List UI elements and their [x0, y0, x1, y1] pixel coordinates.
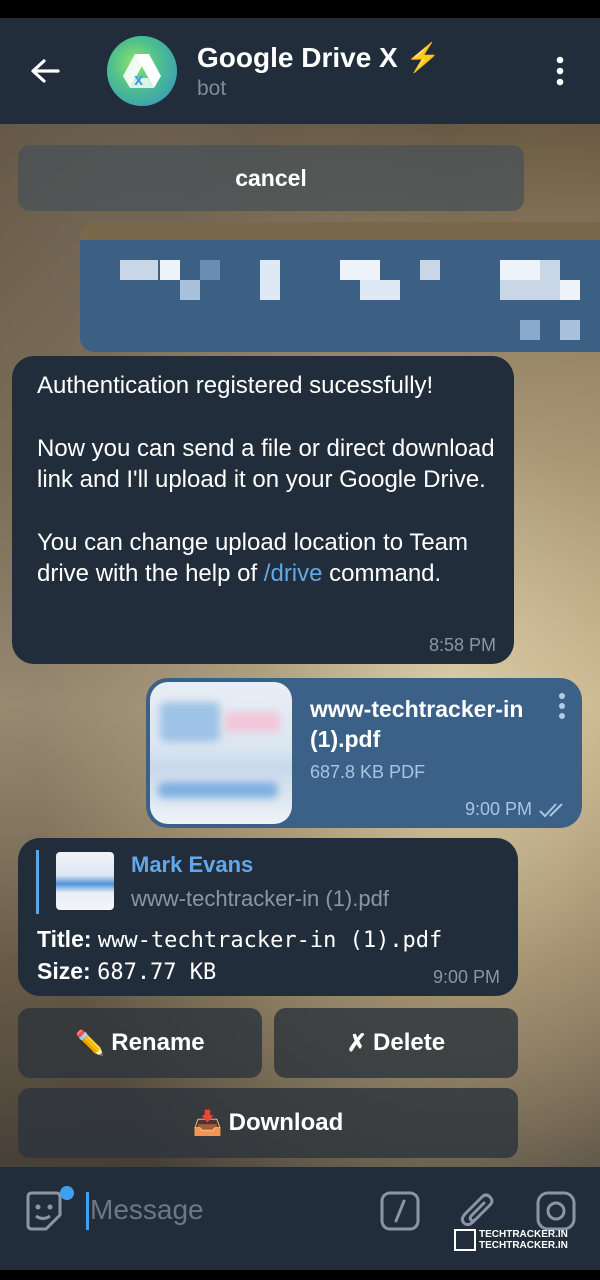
message-text-line1: Authentication registered sucessfully!: [37, 372, 434, 399]
sticker-button[interactable]: [22, 1186, 74, 1237]
bot-avatar[interactable]: X: [107, 36, 177, 106]
watermark-logo: [454, 1229, 476, 1251]
message-time: 8:58 PM: [428, 635, 496, 655]
message-file-upload[interactable]: www-techtracker-in (1).pdf 687.8 KB PDF …: [146, 678, 582, 828]
message-text-para2: Now you can send a file or direct downlo…: [37, 434, 495, 494]
chat-subtitle: bot: [197, 77, 227, 100]
message-auth-success[interactable]: Authentication registered sucessfully! N…: [12, 356, 514, 664]
camera-icon: [536, 1191, 576, 1231]
arrow-left-icon: [31, 59, 60, 83]
cross-icon: ✗: [346, 1029, 368, 1057]
double-check-icon: [539, 802, 563, 817]
notification-dot: [60, 1186, 74, 1200]
reply-thumbnail: [56, 852, 114, 910]
bot-command-button[interactable]: [380, 1191, 420, 1236]
reply-quote[interactable]: Mark Evans www-techtracker-in (1).pdf: [36, 850, 513, 914]
watermark-line2: TECHTRACKER.IN: [479, 1240, 568, 1251]
pixelated-outgoing-message: [80, 222, 600, 352]
reply-author: Mark Evans: [131, 852, 254, 877]
size-line: Size: 687.77 KB: [37, 958, 217, 985]
more-menu-button[interactable]: [520, 18, 600, 124]
bot-command-icon: [380, 1191, 420, 1231]
message-text-para3: You can change upload location to Team d…: [37, 528, 469, 588]
cancel-button[interactable]: cancel: [18, 145, 524, 211]
file-meta: 687.8 KB PDF: [310, 762, 426, 782]
watermark-line1: TECHTRACKER.IN: [479, 1229, 568, 1240]
lightning-icon: ⚡: [405, 42, 441, 73]
navigation-bar: [0, 1270, 600, 1280]
reply-text: www-techtracker-in (1).pdf: [131, 886, 389, 911]
download-button[interactable]: 📥 Download: [18, 1088, 518, 1158]
pencil-icon: ✏️: [75, 1029, 106, 1057]
more-vertical-icon: [559, 693, 565, 719]
file-name-line2: (1).pdf: [310, 726, 381, 752]
message-time: 9:00 PM: [465, 799, 568, 820]
file-menu-button[interactable]: [558, 692, 566, 725]
status-bar: [0, 0, 600, 18]
drive-command-link[interactable]: /drive: [264, 560, 323, 587]
watermark: TECHTRACKER.IN TECHTRACKER.IN: [454, 1229, 568, 1251]
message-time: 9:00 PM: [432, 967, 500, 987]
message-input[interactable]: Message: [90, 1194, 204, 1226]
google-drive-icon: X: [123, 54, 161, 88]
sticker-icon: [26, 1191, 62, 1231]
file-thumbnail[interactable]: [150, 682, 292, 824]
cancel-label: cancel: [235, 164, 307, 191]
chat-header: X Google Drive X ⚡ bot: [0, 18, 600, 124]
delete-button[interactable]: ✗ Delete: [274, 1008, 518, 1078]
message-file-info[interactable]: Mark Evans www-techtracker-in (1).pdf Ti…: [18, 838, 518, 996]
file-name-line1: www-techtracker-in: [310, 696, 524, 722]
attach-icon: [460, 1193, 494, 1227]
chat-title[interactable]: Google Drive X ⚡: [197, 41, 520, 75]
rename-button[interactable]: ✏️ Rename: [18, 1008, 262, 1078]
back-button[interactable]: [0, 18, 90, 124]
title-line: Title: www-techtracker-in (1).pdf: [37, 926, 443, 953]
inbox-tray-icon: 📥: [192, 1109, 223, 1137]
svg-text:X: X: [134, 74, 144, 88]
more-vertical-icon: [556, 56, 564, 86]
message-composer: Message TECHTRACKER.IN TECHTRACKER.IN: [0, 1167, 600, 1270]
text-cursor: [86, 1192, 89, 1230]
